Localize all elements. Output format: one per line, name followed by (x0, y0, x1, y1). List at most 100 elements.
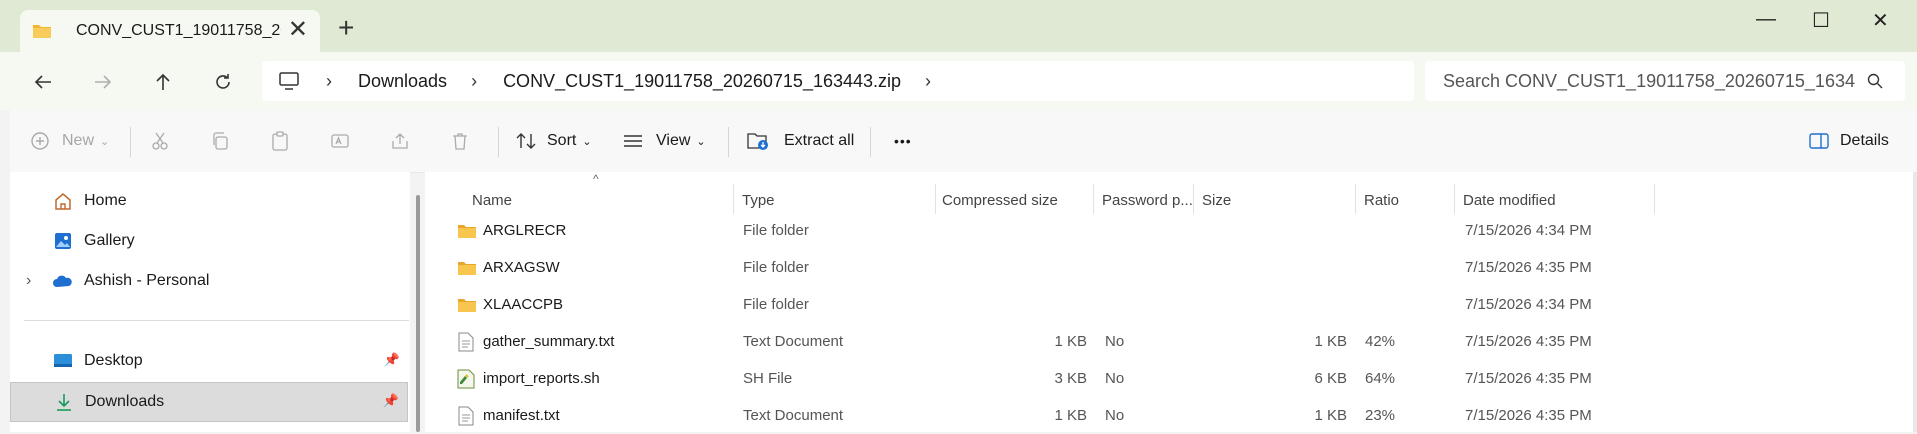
table-row[interactable]: XLAACCPB File folder 7/15/2026 4:34 PM (425, 286, 1917, 323)
delete-button[interactable] (450, 110, 470, 172)
table-row[interactable]: import_reports.sh SH File 3 KB No 6 KB 6… (425, 360, 1917, 397)
breadcrumb-zip[interactable]: CONV_CUST1_19011758_20260715_163443.zip (503, 71, 901, 92)
file-name: import_reports.sh (483, 370, 600, 387)
new-tab-button[interactable]: + (338, 14, 354, 42)
address-bar[interactable]: › Downloads › CONV_CUST1_19011758_202607… (262, 61, 1414, 101)
sidebar-item-home[interactable]: Home (10, 182, 408, 220)
table-row[interactable]: ARXAGSW File folder 7/15/2026 4:35 PM (425, 249, 1917, 286)
close-window-button[interactable]: ✕ (1872, 8, 1889, 33)
compression-ratio: 64% (1365, 370, 1396, 387)
sort-ascending-icon: ^ (593, 172, 599, 186)
sidebar-item-label: Ashish - Personal (84, 272, 210, 289)
file-type: Text Document (743, 407, 844, 424)
vertical-scrollbar[interactable] (1913, 172, 1917, 432)
pin-icon[interactable]: 📌 (383, 393, 399, 409)
sidebar-item-onedrive[interactable]: › Ashish - Personal (10, 262, 408, 300)
paste-button[interactable] (270, 110, 290, 172)
trash-icon (453, 133, 467, 150)
chevron-down-icon: ⌄ (100, 135, 110, 148)
sort-button[interactable]: Sort ⌄ (515, 110, 592, 172)
chevron-down-icon: ⌄ (696, 135, 706, 148)
search-input[interactable]: Search CONV_CUST1_19011758_20260715_1634… (1443, 71, 1855, 92)
toolbar-divider (498, 127, 499, 157)
arrow-up-icon (156, 73, 170, 90)
column-divider[interactable] (935, 184, 936, 214)
refresh-button[interactable] (208, 67, 238, 97)
sidebar-item-downloads[interactable]: Downloads 📌 (10, 382, 408, 422)
share-button[interactable] (390, 110, 410, 172)
view-button[interactable]: View ⌄ (622, 110, 706, 172)
column-divider[interactable] (1454, 184, 1455, 214)
sidebar-item-label: Desktop (84, 352, 143, 369)
new-button[interactable]: New ⌄ (30, 110, 109, 172)
tab-title: CONV_CUST1_19011758_20260 (76, 22, 281, 39)
file-size (1202, 212, 1347, 249)
desktop-icon (52, 350, 74, 372)
file-size: 6 KB (1314, 370, 1347, 387)
file-type: File folder (743, 222, 809, 239)
details-label: Details (1840, 132, 1889, 149)
folder-icon (32, 22, 54, 40)
sidebar-item-desktop[interactable]: Desktop 📌 (10, 342, 408, 380)
column-divider[interactable] (1654, 184, 1655, 214)
folder-icon (457, 286, 477, 323)
compressed-size (942, 286, 1087, 323)
computer-icon (278, 71, 300, 91)
column-divider[interactable] (733, 184, 734, 214)
sort-icon (516, 133, 536, 149)
compressed-size: 1 KB (1054, 333, 1087, 350)
details-pane-button[interactable]: Details (1808, 110, 1889, 172)
sidebar-item-gallery[interactable]: Gallery (10, 222, 408, 260)
more-options-button[interactable]: ••• (894, 110, 912, 172)
arrow-right-icon (95, 75, 112, 89)
view-label: View (656, 132, 691, 149)
minimize-button[interactable]: — (1756, 8, 1776, 31)
chevron-right-icon[interactable]: › (26, 272, 52, 290)
file-list: ^ Name Type Compressed size Password p..… (425, 172, 1917, 432)
search-box[interactable]: Search CONV_CUST1_19011758_20260715_1634… (1425, 61, 1905, 101)
chevron-right-icon: › (326, 70, 332, 91)
file-size: 1 KB (1314, 407, 1347, 424)
extract-folder-icon (747, 133, 768, 150)
column-divider[interactable] (1355, 184, 1356, 214)
file-name: ARXAGSW (483, 259, 560, 276)
table-row[interactable]: ARGLRECR File folder 7/15/2026 4:34 PM (425, 212, 1917, 249)
file-type: File folder (743, 296, 809, 313)
table-row[interactable]: gather_summary.txt Text Document 1 KB No… (425, 323, 1917, 360)
compression-ratio: 23% (1365, 407, 1396, 424)
password-protected: No (1105, 370, 1125, 387)
maximize-button[interactable]: ☐ (1812, 8, 1830, 33)
password-protected: No (1105, 333, 1125, 350)
compressed-size (942, 249, 1087, 286)
new-label: New (62, 132, 95, 149)
pin-icon[interactable]: 📌 (384, 352, 400, 368)
breadcrumb-downloads[interactable]: Downloads (358, 71, 447, 92)
date-modified: 7/15/2026 4:34 PM (1465, 222, 1592, 239)
script-file-icon (457, 360, 475, 397)
file-type: Text Document (743, 333, 844, 350)
close-tab-button[interactable]: ✕ (288, 18, 308, 42)
clipboard-icon (272, 131, 288, 151)
copy-button[interactable] (210, 110, 230, 172)
extract-all-button[interactable]: Extract all (746, 110, 854, 172)
forward-button[interactable] (88, 67, 118, 97)
table-row[interactable]: manifest.txt Text Document 1 KB No 1 KB … (425, 397, 1917, 434)
password-protected: No (1105, 407, 1125, 424)
tab-current-folder[interactable]: CONV_CUST1_19011758_20260 ✕ (20, 10, 320, 52)
sort-label: Sort (547, 132, 577, 149)
column-divider[interactable] (1093, 184, 1094, 214)
onedrive-icon (52, 270, 74, 292)
file-name: gather_summary.txt (483, 333, 615, 350)
home-icon (52, 190, 74, 212)
up-button[interactable] (148, 67, 178, 97)
toolbar-divider (130, 127, 131, 157)
column-divider[interactable] (1193, 184, 1194, 214)
date-modified: 7/15/2026 4:35 PM (1465, 333, 1592, 350)
chevron-right-icon: › (471, 70, 478, 91)
view-list-icon (624, 135, 642, 147)
chevron-right-icon[interactable]: › (925, 71, 931, 92)
rename-button[interactable] (330, 110, 350, 172)
cut-button[interactable] (150, 110, 170, 172)
back-button[interactable] (28, 67, 58, 97)
pane-splitter[interactable] (416, 195, 420, 432)
